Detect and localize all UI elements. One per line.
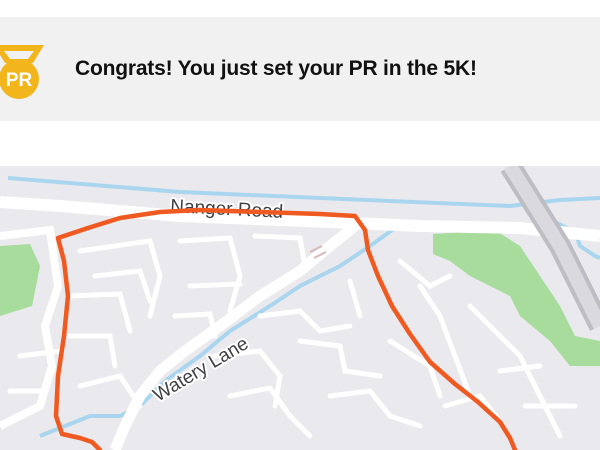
pr-congrats-message: Congrats! You just set your PR in the 5K… xyxy=(75,57,477,80)
pr-medal-icon: PR xyxy=(0,45,44,99)
route-map[interactable]: Nanger Road Watery Lane xyxy=(0,166,600,450)
achievement-banner[interactable]: PR Congrats! You just set your PR in the… xyxy=(0,17,600,121)
pr-badge-text: PR xyxy=(6,70,33,91)
